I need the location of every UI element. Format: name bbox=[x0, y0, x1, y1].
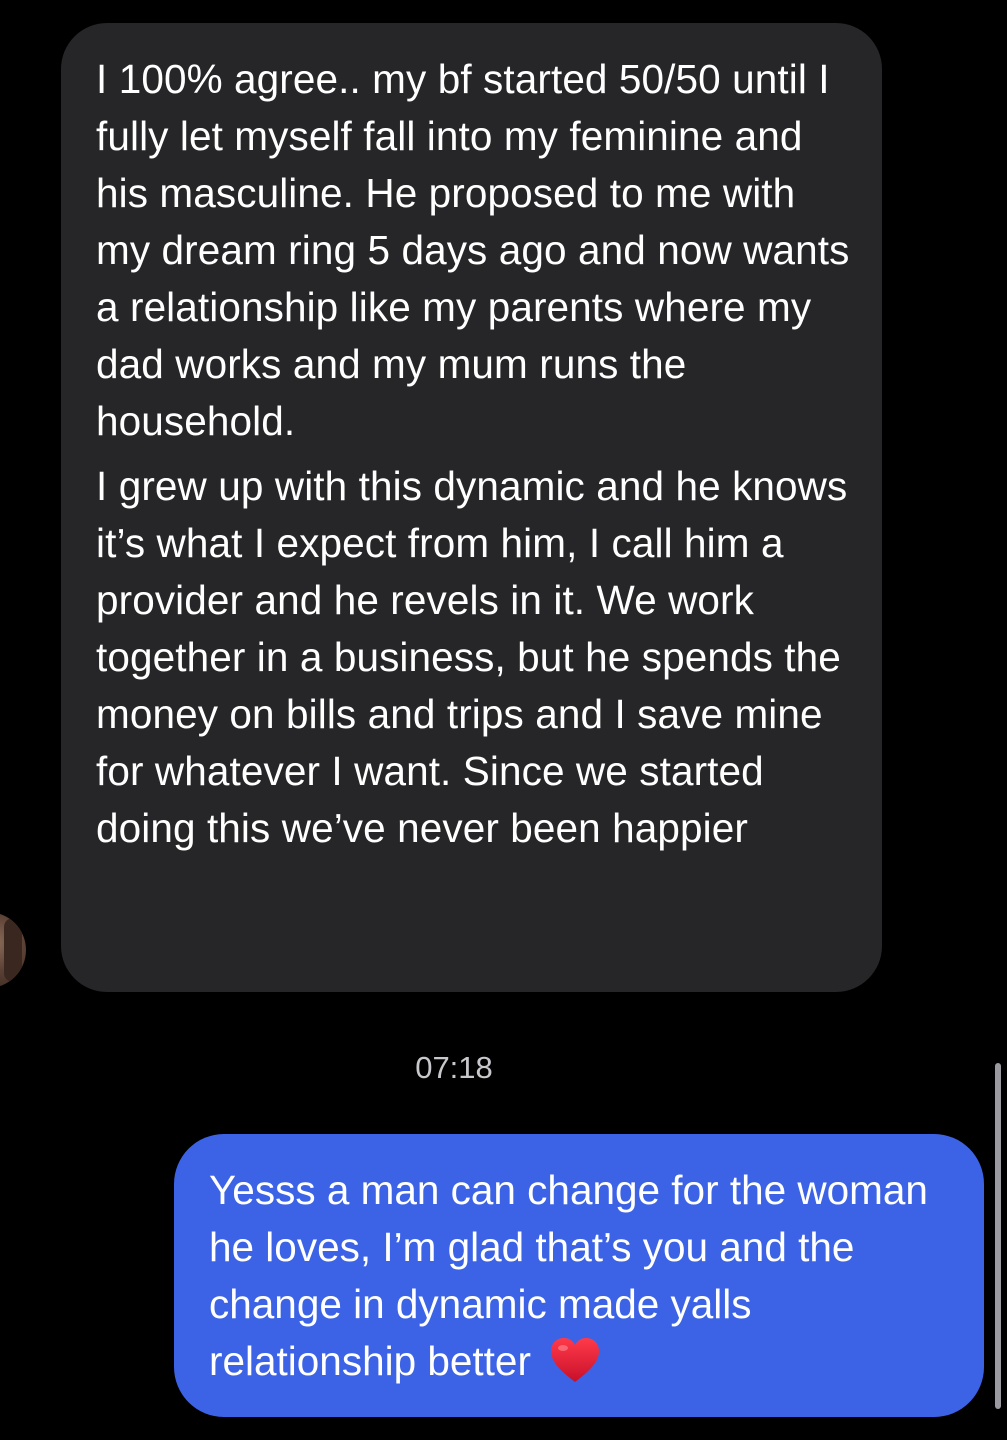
message-timestamp: 07:18 bbox=[415, 1050, 493, 1085]
outgoing-message-bubble[interactable]: Yesss a man can change for the woman he … bbox=[174, 1134, 984, 1417]
incoming-message-paragraph-1: I 100% agree.. my bf started 50/50 until… bbox=[96, 56, 850, 444]
chat-thread: I 100% agree.. my bf started 50/50 until… bbox=[0, 0, 1007, 1440]
incoming-message-bubble[interactable]: I 100% agree.. my bf started 50/50 until… bbox=[61, 23, 882, 992]
outgoing-message-text: Yesss a man can change for the woman he … bbox=[209, 1162, 964, 1390]
incoming-message-paragraph-2: I grew up with this dynamic and he knows… bbox=[96, 463, 848, 851]
sender-avatar[interactable] bbox=[0, 912, 26, 988]
heart-icon bbox=[550, 1338, 599, 1383]
avatar-photo-detail bbox=[4, 918, 22, 982]
scrollbar[interactable] bbox=[995, 1063, 1001, 1409]
